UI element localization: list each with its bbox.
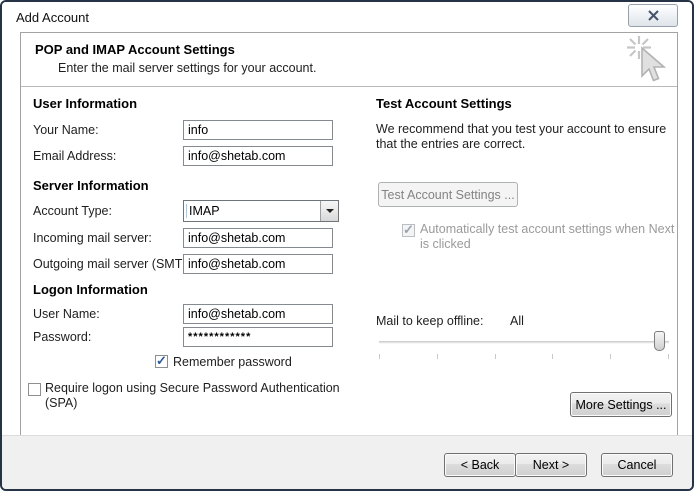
auto-test-label: Automatically test account settings when… (420, 222, 682, 252)
account-type-dropdown-button[interactable] (320, 201, 338, 221)
more-settings-button[interactable]: More Settings ... (570, 392, 672, 417)
account-type-label: Account Type: (33, 204, 112, 218)
footer-bar: < Back Next > Cancel (2, 435, 692, 489)
incoming-server-input[interactable] (183, 228, 333, 248)
back-button[interactable]: < Back (444, 453, 516, 477)
chevron-down-icon (326, 209, 334, 213)
password-label: Password: (33, 330, 91, 344)
user-name-input[interactable] (183, 304, 333, 324)
section-user-information: User Information (33, 96, 137, 111)
slider-ticks (379, 354, 669, 359)
remember-password-checkbox[interactable]: ✓ (155, 355, 168, 368)
password-input[interactable] (183, 327, 333, 347)
offline-slider-track[interactable] (379, 341, 669, 344)
page-subtitle: Enter the mail server settings for your … (58, 61, 316, 75)
your-name-input[interactable] (183, 120, 333, 140)
remember-password-label: Remember password (173, 355, 292, 369)
check-icon: ✓ (156, 353, 167, 369)
mail-offline-label: Mail to keep offline: (376, 314, 483, 328)
email-address-input[interactable] (183, 146, 333, 166)
account-type-value: IMAP (187, 204, 320, 218)
window-title: Add Account (16, 10, 89, 25)
wizard-cursor-icon (625, 35, 669, 94)
account-type-select[interactable]: IMAP (183, 200, 339, 222)
close-icon (647, 10, 660, 21)
section-server-information: Server Information (33, 178, 149, 193)
main-panel: POP and IMAP Account Settings Enter the … (20, 32, 678, 437)
incoming-server-label: Incoming mail server: (33, 231, 152, 245)
test-description: We recommend that you test your account … (376, 122, 688, 152)
email-address-label: Email Address: (33, 149, 116, 163)
offline-slider-thumb[interactable] (654, 331, 665, 351)
next-button[interactable]: Next > (515, 453, 587, 477)
check-icon: ✓ (403, 222, 414, 238)
section-logon-information: Logon Information (33, 282, 148, 297)
page-title: POP and IMAP Account Settings (35, 42, 235, 57)
outgoing-server-label: Outgoing mail server (SMTP): (33, 257, 198, 271)
section-test-account-settings: Test Account Settings (376, 96, 512, 111)
mail-offline-value: All (510, 314, 524, 328)
user-name-label: User Name: (33, 307, 100, 321)
your-name-label: Your Name: (33, 123, 99, 137)
test-account-settings-button: Test Account Settings ... (378, 182, 518, 207)
spa-checkbox[interactable] (28, 383, 41, 396)
cancel-button[interactable]: Cancel (601, 453, 673, 477)
spa-label: Require logon using Secure Password Auth… (45, 381, 357, 411)
auto-test-checkbox: ✓ (402, 224, 415, 237)
title-bar: Add Account (2, 2, 692, 32)
close-button[interactable] (628, 4, 678, 27)
outgoing-server-input[interactable] (183, 254, 333, 274)
add-account-dialog: Add Account POP and IMAP Account Setting… (0, 0, 694, 491)
panel-header: POP and IMAP Account Settings Enter the … (21, 33, 677, 87)
